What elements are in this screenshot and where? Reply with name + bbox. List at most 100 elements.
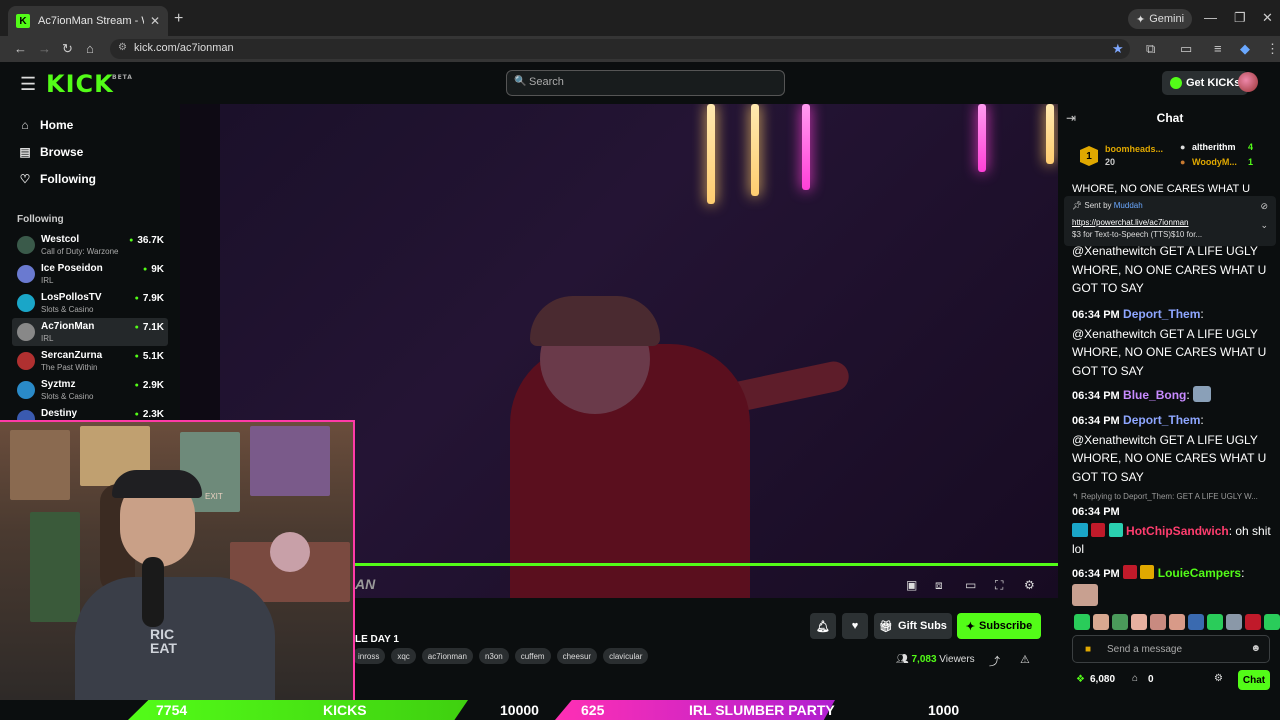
emote-icon[interactable] xyxy=(1207,614,1223,630)
bookmark-star-icon[interactable]: ★ xyxy=(1112,41,1124,57)
emote-icon[interactable] xyxy=(1074,614,1090,630)
media-icon[interactable]: ≡ xyxy=(1214,41,1222,56)
gemini-button[interactable]: ✦ Gemini xyxy=(1128,9,1193,29)
chat-username[interactable]: LouieCampers xyxy=(1158,566,1241,580)
gift-icon[interactable]: ■ xyxy=(1085,644,1091,655)
chat-settings-icon[interactable]: ⚙ xyxy=(1214,673,1223,684)
nav-browse[interactable]: ▤ Browse xyxy=(18,145,83,159)
tab-title: Ac7ionMan Stream - Watch Live xyxy=(38,15,144,27)
cast-icon[interactable]: ▭ xyxy=(1180,41,1192,57)
theater-mode-icon[interactable]: ▭ xyxy=(965,578,976,592)
reply-text: Replying to Deport_Them: GET A LIFE UGLY… xyxy=(1080,492,1258,501)
search-input[interactable]: 🔍 Search xyxy=(506,70,785,96)
sidebar-channel-ac7ionman[interactable]: Ac7ionMan IRL 7.1K xyxy=(12,318,168,346)
clip-icon[interactable]: ⧈ xyxy=(935,578,943,593)
emote-icon[interactable] xyxy=(1188,614,1204,630)
leader-third-name[interactable]: WoodyM... xyxy=(1192,157,1237,167)
share-icon[interactable]: ⤴ xyxy=(989,653,1000,669)
gift-badge-icon xyxy=(1108,522,1123,537)
streamer-cap xyxy=(530,296,660,346)
tag[interactable]: cuffem xyxy=(514,648,551,664)
tag[interactable]: cheesur xyxy=(556,648,598,664)
points-value[interactable]: 6,080 xyxy=(1090,674,1115,685)
sidebar-channel-sercanzurna[interactable]: SercanZurna The Past Within 5.1K xyxy=(12,347,168,375)
tag[interactable]: inross xyxy=(352,648,386,664)
kick-logo[interactable]: KICK BETA xyxy=(46,70,132,98)
sidebar-channel-lospollostv[interactable]: LosPollosTV Slots & Casino 7.9K xyxy=(12,289,168,317)
subscribe-button[interactable]: ✦ Subscribe xyxy=(957,613,1041,639)
minimize-icon[interactable]: — xyxy=(1204,10,1217,25)
browser-tab[interactable]: K Ac7ionMan Stream - Watch Live ✕ xyxy=(8,6,168,36)
tag[interactable]: n3on xyxy=(478,648,509,664)
light-tube xyxy=(802,104,810,190)
sidebar-channel-ice-poseidon[interactable]: Ice Poseidon IRL 9K xyxy=(12,260,168,288)
pinned-sender[interactable]: Muddah xyxy=(1114,201,1143,210)
site-info-icon[interactable]: ⚙ xyxy=(118,42,127,53)
close-tab-icon[interactable]: ✕ xyxy=(150,14,160,28)
extension-diamond-icon[interactable]: ◆ xyxy=(1240,41,1250,57)
chat-username[interactable]: HotChipSandwich xyxy=(1126,524,1229,538)
gift-subs-button[interactable]: 🎁︎ Gift Subs xyxy=(874,613,952,639)
tag[interactable]: ac7ionman xyxy=(421,648,473,664)
back-icon[interactable]: ← xyxy=(14,41,27,56)
emote-icon[interactable] xyxy=(1093,614,1109,630)
leader-second-name[interactable]: altherithm xyxy=(1192,142,1236,152)
url-field[interactable]: ⚙ kick.com/ac7ionman xyxy=(110,39,1130,59)
pinned-link[interactable]: https://powerchat.live/ac7ionman xyxy=(1072,218,1189,227)
notification-bell-button[interactable]: 🔔︎ xyxy=(810,613,836,639)
follow-heart-button[interactable]: ♥ xyxy=(842,613,868,639)
webcam-overlay: EXIT RIC EAT xyxy=(0,420,355,700)
unpin-icon[interactable]: ⊘ xyxy=(1260,201,1268,212)
sidebar-channel-syztmz[interactable]: Syztmz Slots & Casino 2.9K xyxy=(12,376,168,404)
reload-icon[interactable]: ↻ xyxy=(62,41,73,57)
chat-message-input[interactable]: ■ Send a message ☻ xyxy=(1072,635,1270,663)
viewers-label: Viewers xyxy=(939,654,975,665)
sidebar-channel-westcol[interactable]: Westcol Call of Duty: Warzone 36.7K xyxy=(12,231,168,259)
send-chat-button[interactable]: Chat xyxy=(1238,670,1270,690)
chat-username[interactable]: Blue_Bong xyxy=(1123,388,1186,402)
sidebar-channel-destiny[interactable]: Destiny 2.3K xyxy=(12,405,168,420)
pip-icon[interactable]: ▣ xyxy=(906,578,917,592)
maximize-icon[interactable]: ❐ xyxy=(1234,10,1246,26)
expand-pinned-icon[interactable]: ⌄ xyxy=(1260,220,1268,231)
settings-gear-icon[interactable]: ⚙ xyxy=(1024,578,1035,592)
plant xyxy=(30,512,80,622)
fullscreen-icon[interactable]: ⛶ xyxy=(995,578,1003,593)
emote-icon[interactable] xyxy=(1245,614,1261,630)
pinned-message[interactable]: 📌︎ Sent by Muddah https://powerchat.live… xyxy=(1064,196,1276,246)
nav-following[interactable]: ♡ Following xyxy=(18,172,96,186)
menu-icon[interactable]: ☰ xyxy=(20,74,36,95)
emote-icon[interactable] xyxy=(1264,614,1280,630)
home-browser-icon[interactable]: ⌂ xyxy=(86,41,94,56)
forward-icon[interactable]: → xyxy=(38,41,51,56)
report-icon[interactable]: ⚠ xyxy=(1020,653,1030,666)
close-window-icon[interactable]: ✕ xyxy=(1262,10,1273,26)
channel-name: Ice Poseidon xyxy=(41,263,103,274)
emote-icon[interactable] xyxy=(1112,614,1128,630)
tag[interactable]: clavicular xyxy=(603,648,649,664)
badge-icon xyxy=(1091,522,1106,537)
rewards-icon: ⌂ xyxy=(1132,673,1139,684)
nav-home[interactable]: ⌂ Home xyxy=(18,118,73,132)
emote-icon[interactable] xyxy=(1150,614,1166,630)
leader-first-name[interactable]: boomheads... xyxy=(1105,144,1163,154)
emote-icon[interactable] xyxy=(1226,614,1242,630)
chat-username[interactable]: Deport_Them xyxy=(1123,307,1200,321)
sidebar: ⌂ Home ▤ Browse ♡ Following Following Westc… xyxy=(0,104,178,420)
search-placeholder: Search xyxy=(529,76,564,88)
tag[interactable]: xqc xyxy=(391,648,416,664)
extensions-icon[interactable]: ⧉ xyxy=(1146,41,1155,57)
emote-icon[interactable] xyxy=(1169,614,1185,630)
reply-context[interactable]: ↰ Replying to Deport_Them: GET A LIFE UG… xyxy=(1072,492,1258,501)
get-kicks-button[interactable]: Get KICKs xyxy=(1162,71,1249,95)
chat-title: Chat xyxy=(1156,111,1184,125)
browser-menu-icon[interactable]: ⋮ xyxy=(1266,41,1279,57)
rewards-value[interactable]: 0 xyxy=(1148,674,1154,685)
emote-icon[interactable] xyxy=(1131,614,1147,630)
chat-username[interactable]: Deport_Them xyxy=(1123,413,1200,427)
gift-icon: 🎁︎ xyxy=(879,620,894,633)
emoji-picker-icon[interactable]: ☻ xyxy=(1250,643,1261,654)
user-avatar[interactable] xyxy=(1238,72,1258,92)
new-tab-button[interactable]: + xyxy=(174,10,183,28)
leader-second-badge-icon: ● xyxy=(1180,142,1186,152)
